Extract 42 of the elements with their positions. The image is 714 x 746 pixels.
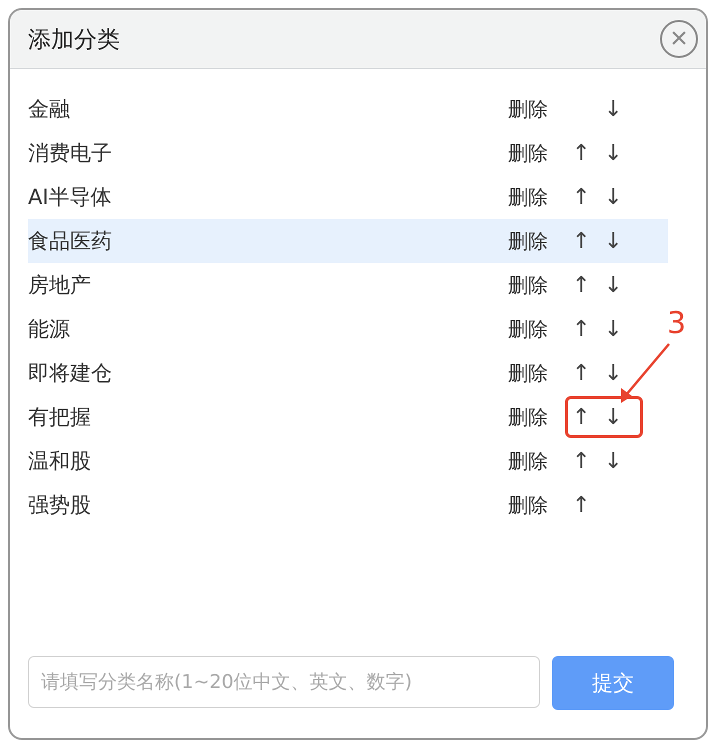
delete-link[interactable]: 删除 <box>508 360 568 386</box>
move-down-button[interactable]: ↓ <box>604 96 622 122</box>
move-down-button[interactable]: ↓ <box>604 404 622 430</box>
dialog-title: 添加分类 <box>28 26 120 54</box>
move-up-button[interactable]: ↑ <box>572 228 590 254</box>
move-up-button[interactable]: ↑ <box>572 492 590 518</box>
delete-link[interactable]: 删除 <box>508 228 568 254</box>
selected-row[interactable]: 食品医药 删除 ↑ ↓ <box>28 219 668 263</box>
category-name[interactable]: AI半导体 <box>28 183 508 211</box>
category-name[interactable]: 房地产 <box>28 271 508 299</box>
delete-link[interactable]: 删除 <box>508 448 568 474</box>
category-name-field[interactable]: 请填写分类名称(1~20位中文、英文、数字) <box>28 656 540 708</box>
move-up-button[interactable]: ↑ <box>572 404 590 430</box>
move-up-button[interactable]: ↑ <box>572 316 590 342</box>
move-up-button[interactable]: ↑ <box>572 360 590 386</box>
delete-link[interactable]: 删除 <box>508 96 568 122</box>
category-name[interactable]: 金融 <box>28 95 508 123</box>
annotation-label: 3 <box>667 306 686 341</box>
move-down-button[interactable]: ↓ <box>604 360 622 386</box>
category-name[interactable]: 温和股 <box>28 447 508 475</box>
delete-link[interactable]: 删除 <box>508 140 568 166</box>
move-down-button[interactable]: ↓ <box>604 228 622 254</box>
category-name[interactable]: 消费电子 <box>28 139 508 167</box>
move-up-button[interactable]: ↑ <box>572 448 590 474</box>
delete-link[interactable]: 删除 <box>508 492 568 518</box>
category-name[interactable]: 有把握 <box>28 403 508 431</box>
delete-link[interactable]: 删除 <box>508 184 568 210</box>
category-name[interactable]: 能源 <box>28 315 508 343</box>
move-down-button[interactable]: ↓ <box>604 184 622 210</box>
delete-link[interactable]: 删除 <box>508 316 568 342</box>
move-up-button[interactable]: ↑ <box>572 140 590 166</box>
delete-link[interactable]: 删除 <box>508 272 568 298</box>
move-down-button[interactable]: ↓ <box>604 316 622 342</box>
move-up-button[interactable]: ↑ <box>572 272 590 298</box>
move-down-button[interactable]: ↓ <box>604 448 622 474</box>
move-down-button[interactable]: ↓ <box>604 272 622 298</box>
category-name[interactable]: 即将建仓 <box>28 359 508 387</box>
category-name[interactable]: 强势股 <box>28 491 508 519</box>
move-down-button[interactable]: ↓ <box>604 140 622 166</box>
delete-link[interactable]: 删除 <box>508 404 568 430</box>
category-name[interactable]: 食品医药 <box>28 227 508 255</box>
move-up-button[interactable]: ↑ <box>572 184 590 210</box>
